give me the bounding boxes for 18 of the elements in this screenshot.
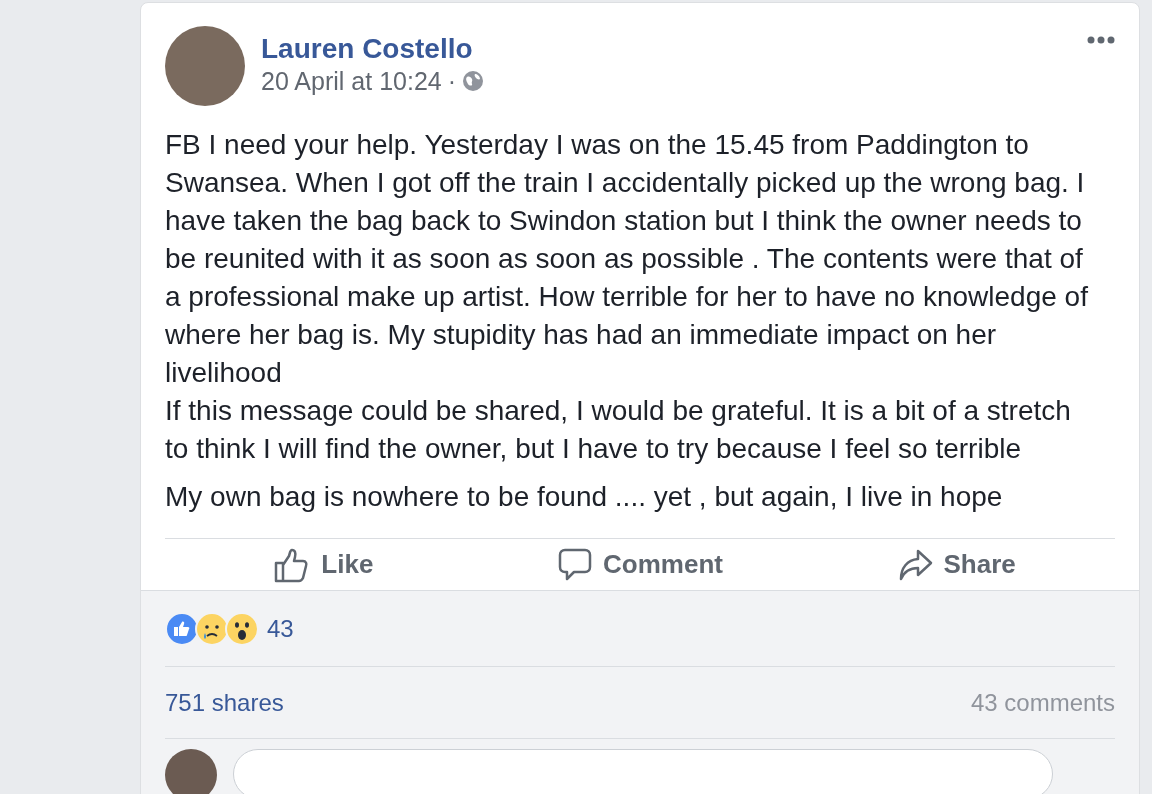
post-timestamp[interactable]: 20 April at 10:24 xyxy=(261,66,442,96)
speech-bubble-icon xyxy=(557,546,594,583)
post-text: FB I need your help. Yesterday I was on the 15.45 from Paddington to Swansea. When I got off the train I accidentally picked up the wrong bag. I have taken the bag back to Swindon station but I think the owner needs to be reunited with it as soon as soon as possible . The contents were that of a professional make up artist. How terrible for her to have no knowledge of where her bag is. My stupidity has had an immediate impact on her livelihood If this message could be shared, I would be grateful. It is a bit of a stretch to think I will find the owner, but I have to try because I feel so terrible xyxy=(165,128,1089,466)
wow-reaction-icon xyxy=(225,611,259,646)
comment-button[interactable]: Comment xyxy=(549,541,731,588)
shares-count[interactable]: 751 shares xyxy=(165,684,284,721)
globe-icon xyxy=(462,70,485,92)
more-options-icon[interactable] xyxy=(1087,36,1115,44)
like-button[interactable]: Like xyxy=(265,541,382,588)
sad-reaction-icon xyxy=(195,611,229,646)
separator-dot: · xyxy=(447,66,457,96)
comment-input-field[interactable] xyxy=(233,749,1053,794)
author-name[interactable]: Lauren Costello xyxy=(261,32,485,66)
share-button[interactable]: Share xyxy=(889,541,1024,588)
post-text: My own bag is nowhere to be found .... yet , but again, I live in hope xyxy=(165,480,1004,514)
reaction-count[interactable]: 43 xyxy=(267,610,294,647)
like-reaction-icon xyxy=(165,611,199,646)
commenter-avatar xyxy=(165,749,217,794)
